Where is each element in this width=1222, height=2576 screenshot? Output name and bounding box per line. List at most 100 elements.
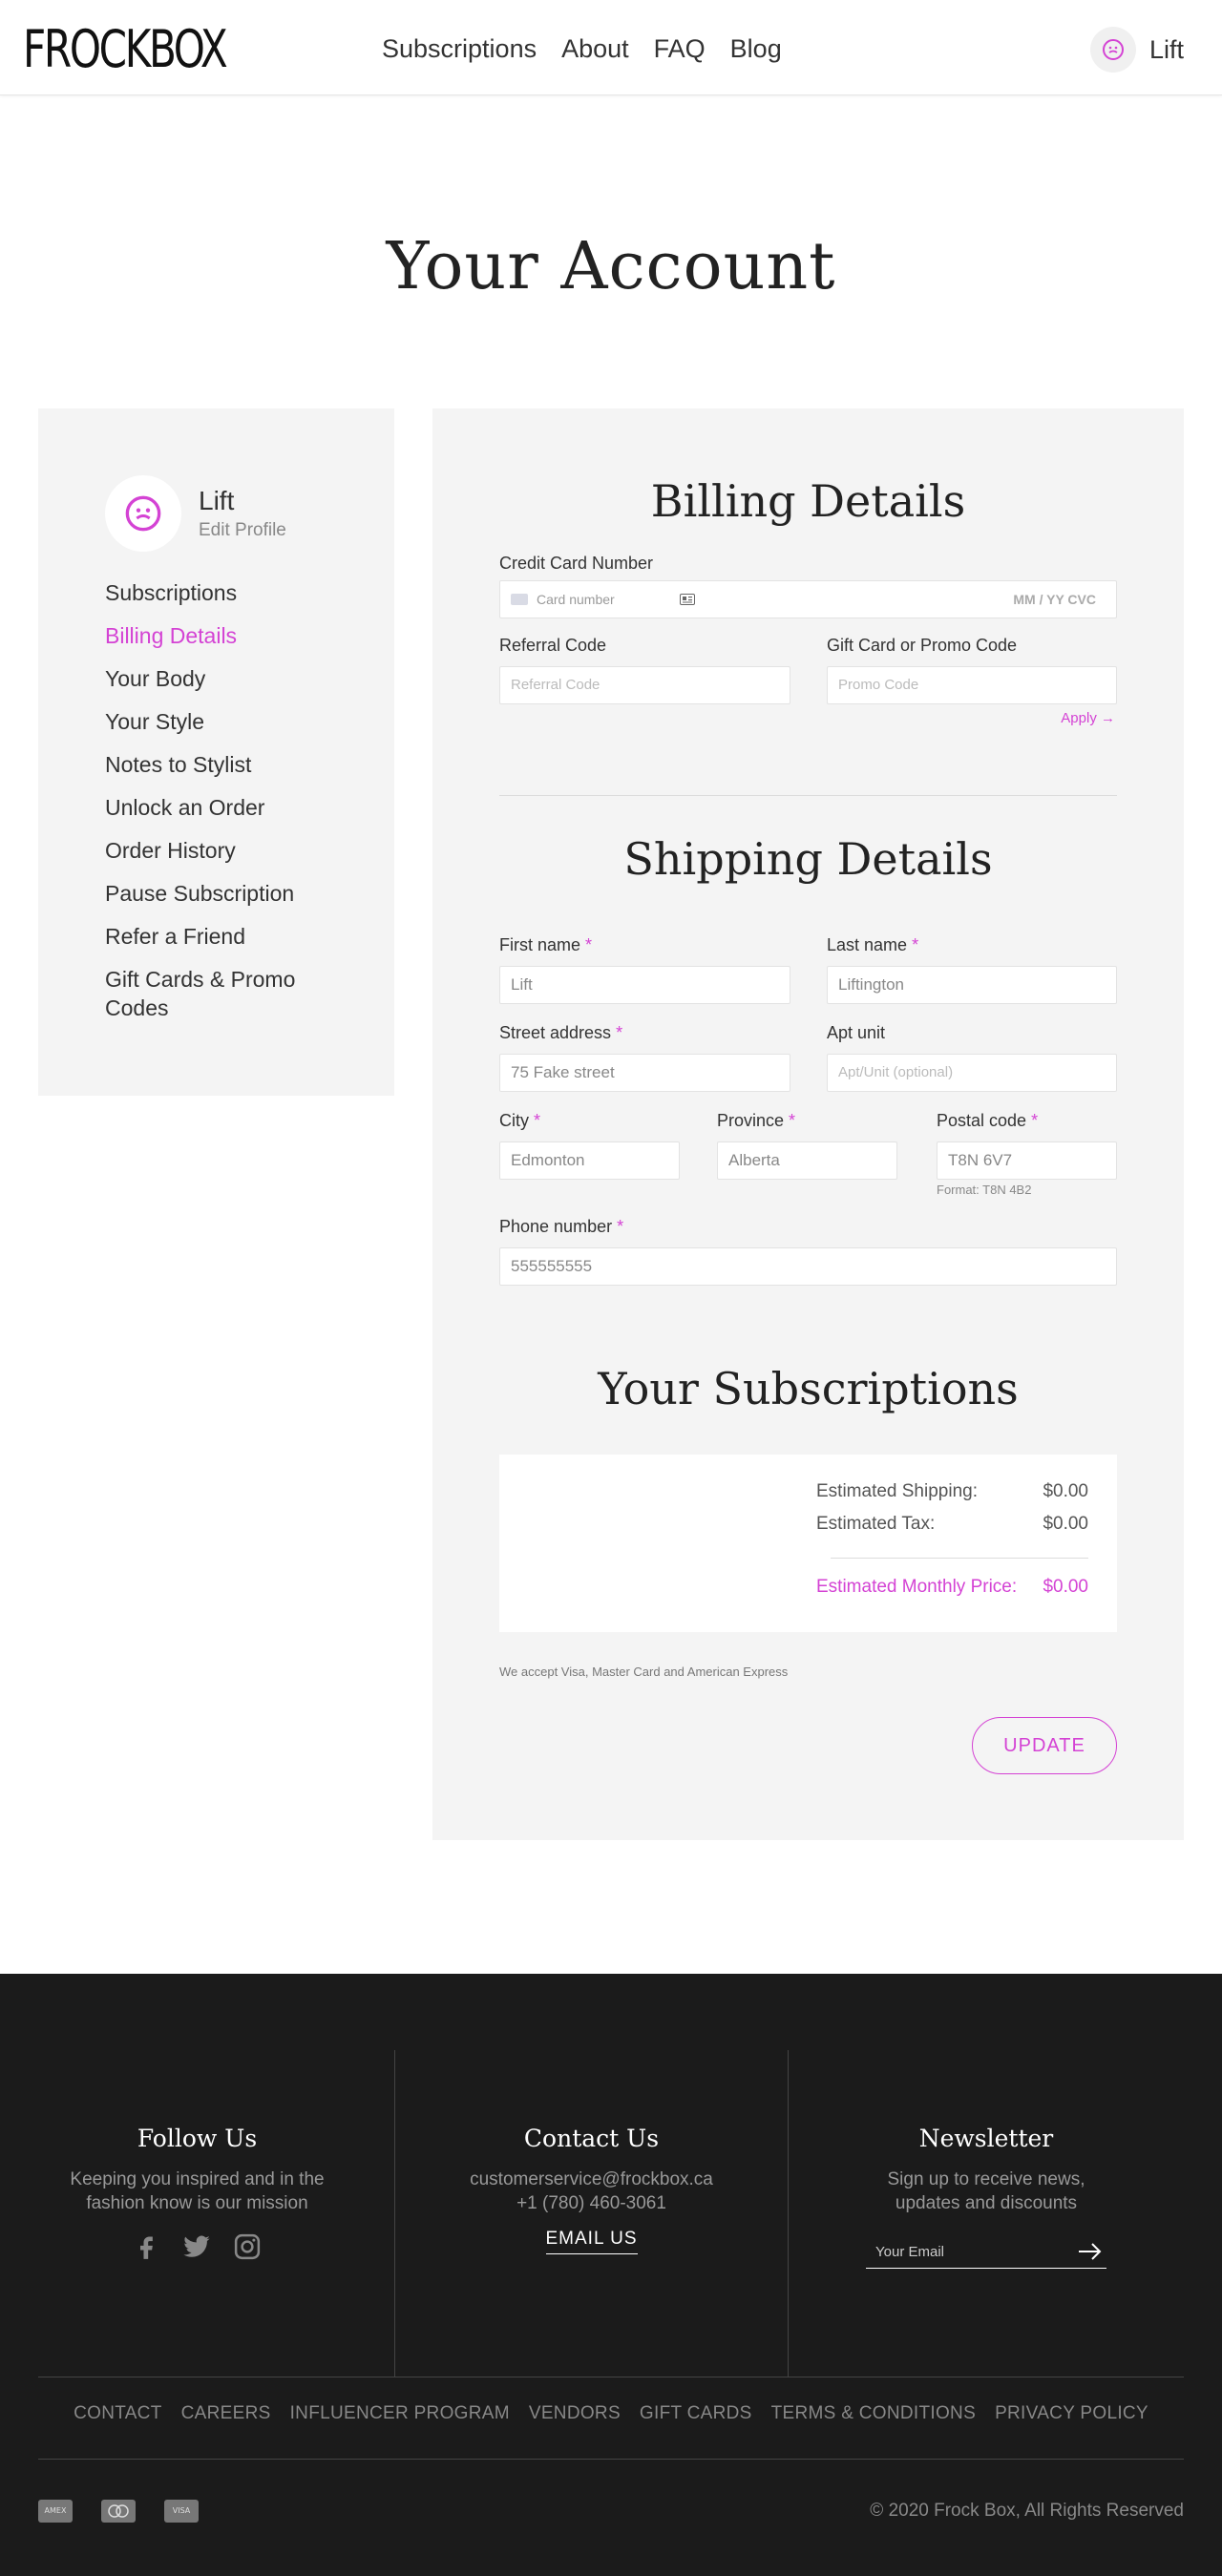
apt-unit-input[interactable]: Apt/Unit (optional) [827,1054,1117,1092]
footer-link-gift-cards[interactable]: GIFT CARDS [640,2403,752,2424]
contact-email[interactable]: customerservice@frockbox.ca [470,2169,713,2189]
first-name-label: First name * [499,935,593,954]
sidebar-item-notes-to-stylist[interactable]: Notes to Stylist [105,750,353,779]
card-icon [511,594,528,605]
billing-title: Billing Details [650,475,966,527]
social-links [0,2232,394,2261]
province-select[interactable]: Alberta [717,1141,897,1180]
city-input[interactable]: Edmonton [499,1141,680,1180]
apt-unit-label: Apt unit [827,1023,886,1042]
last-name-label: Last name * [827,935,919,954]
order-summary: Estimated Shipping: $0.00 Estimated Tax: $… [499,1455,1117,1632]
site-header: FROCKBOX Subscriptions About FAQ Blog Li… [0,0,1222,95]
smiley-icon [125,495,161,532]
update-button[interactable]: UPDATE [972,1717,1117,1774]
footer-links: CONTACT CAREERS INFLUENCER PROGRAM VENDO… [0,2403,1222,2424]
follow-us-text: Keeping you inspired and in the fashion … [70,2169,325,2213]
instagram-icon[interactable] [233,2232,262,2261]
footer-link-privacy[interactable]: PRIVACY POLICY [995,2403,1148,2424]
page-title: Your Account [386,229,836,304]
tax-row: Estimated Tax: $0.00 [816,1514,1088,1534]
newsletter-title: Newsletter [918,2125,1054,2152]
account-sidebar: Lift Edit Profile Subscriptions Billing … [38,408,394,1096]
sidebar-item-your-body[interactable]: Your Body [105,664,353,693]
promo-code-input[interactable]: Promo Code [827,666,1117,704]
nav-about[interactable]: About [561,34,629,64]
contact-us-title: Contact Us [523,2125,660,2152]
shipping-row: Estimated Shipping: $0.00 [816,1481,1088,1501]
phone-label: Phone number * [499,1217,624,1236]
twitter-icon[interactable] [181,2232,212,2261]
avatar [1089,27,1136,73]
profile-name: Lift [199,486,235,515]
card-number-placeholder: Card number [537,592,615,607]
newsletter-email-input[interactable]: Your Email [866,2236,1106,2269]
footer-divider [38,2459,1184,2460]
postal-code-label: Postal code * [937,1111,1039,1130]
promo-label: Gift Card or Promo Code [827,636,1018,655]
user-menu[interactable]: Lift [1089,27,1184,73]
copyright: © 2020 Frock Box, All Rights Reserved [870,2501,1184,2521]
section-divider [499,795,1117,796]
follow-us-title: Follow Us [137,2125,258,2152]
main-nav: Subscriptions About FAQ Blog [382,34,782,64]
last-name-input[interactable]: Liftington [827,966,1117,1004]
footer-link-influencer[interactable]: INFLUENCER PROGRAM [290,2403,510,2424]
expiry-cvc-placeholder: MM / YY CVC [1013,592,1096,607]
apply-promo-link[interactable]: Apply → [1061,710,1115,726]
footer-link-careers[interactable]: CAREERS [181,2403,271,2424]
first-name-input[interactable]: Lift [499,966,790,1004]
autofill-icon[interactable] [680,594,695,605]
edit-profile-link[interactable]: Edit Profile [199,520,286,541]
monthly-total-row: Estimated Monthly Price: $0.00 [816,1577,1088,1597]
sidebar-item-unlock-order[interactable]: Unlock an Order [105,793,353,822]
avatar [105,475,181,552]
footer-link-vendors[interactable]: VENDORS [529,2403,621,2424]
footer-link-terms[interactable]: TERMS & CONDITIONS [771,2403,976,2424]
profile-card: Lift Edit Profile [105,475,286,552]
credit-card-field[interactable]: Card number MM / YY CVC [499,580,1117,618]
city-label: City * [499,1111,541,1130]
credit-card-label: Credit Card Number [499,554,654,573]
sidebar-item-billing-details[interactable]: Billing Details [105,621,353,650]
arrow-right-icon[interactable] [1078,2242,1103,2261]
postal-code-hint: Format: T8N 4B2 [937,1183,1032,1197]
shipping-title: Shipping Details [623,833,993,885]
smiley-icon [1102,39,1124,60]
sidebar-item-pause-subscription[interactable]: Pause Subscription [105,879,353,908]
subscriptions-title: Your Subscriptions [598,1363,1019,1414]
accepted-cards-note: We accept Visa, Master Card and American… [499,1665,789,1679]
street-address-input[interactable]: 75 Fake street [499,1054,790,1092]
referral-code-input[interactable]: Referral Code [499,666,790,704]
sidebar-item-subscriptions[interactable]: Subscriptions [105,578,353,607]
email-us-link[interactable]: EMAIL US [545,2229,638,2254]
nav-blog[interactable]: Blog [730,34,782,64]
user-name: Lift [1148,34,1184,64]
sidebar-item-order-history[interactable]: Order History [105,836,353,865]
nav-subscriptions[interactable]: Subscriptions [382,34,537,64]
street-address-label: Street address * [499,1023,623,1042]
phone-input[interactable]: 555555555 [499,1247,1117,1286]
frockbox-logo[interactable]: FROCKBOX [23,19,228,79]
site-footer: Follow Us Keeping you inspired and in th… [0,1974,1222,2576]
contact-phone[interactable]: +1 (780) 460-3061 [516,2193,666,2213]
mastercard-icon [101,2500,136,2523]
referral-label: Referral Code [499,636,607,655]
sidebar-item-refer-friend[interactable]: Refer a Friend [105,922,353,951]
account-panel: Billing Details Credit Card Number Card … [432,408,1184,1840]
follow-us-column: Follow Us Keeping you inspired and in th… [0,2050,394,2377]
province-label: Province * [717,1111,796,1130]
postal-code-input[interactable]: T8N 6V7 [937,1141,1117,1180]
newsletter-column: Newsletter Sign up to receive news, upda… [789,2050,1184,2377]
newsletter-text: Sign up to receive news, updates and dis… [887,2169,1085,2213]
nav-faq[interactable]: FAQ [654,34,706,64]
footer-link-contact[interactable]: CONTACT [74,2403,162,2424]
payment-cards: AMEX VISA [38,2500,199,2523]
sidebar-item-your-style[interactable]: Your Style [105,707,353,736]
amex-icon: AMEX [38,2500,73,2523]
newsletter-placeholder: Your Email [875,2244,944,2260]
summary-divider [831,1558,1088,1559]
facebook-icon[interactable] [134,2232,160,2261]
account-menu: Subscriptions Billing Details Your Body … [105,578,353,1037]
sidebar-item-gift-cards[interactable]: Gift Cards & Promo Codes [105,965,353,1022]
